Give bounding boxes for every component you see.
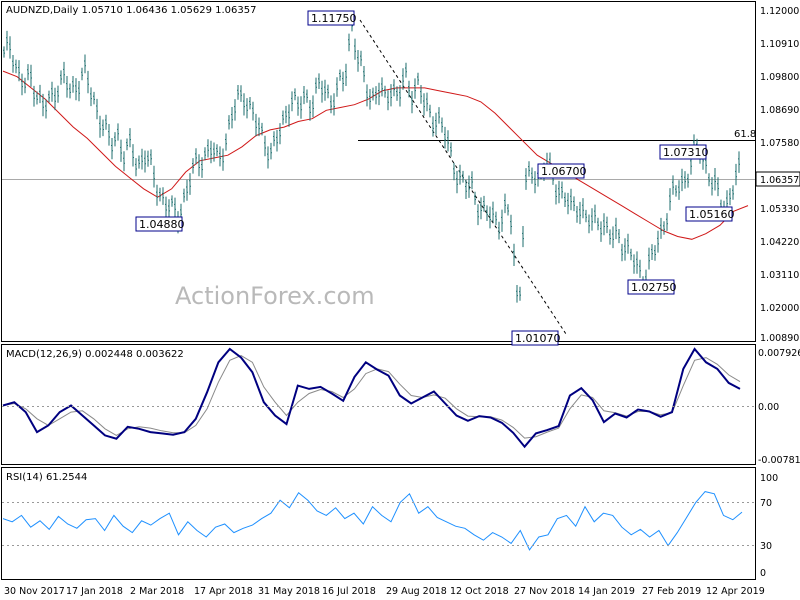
rsi-tick: 70 <box>760 498 772 509</box>
macd-tick: 0.00 <box>758 402 779 413</box>
x-tick-label: 17 Jan 2018 <box>66 586 123 597</box>
price-tick: 1.04220 <box>760 237 799 248</box>
price-annotation-label: 1.06700 <box>541 165 587 178</box>
fib-61-8-label: 61.8 <box>734 129 756 140</box>
price-annotation-label: 1.07310 <box>663 146 709 159</box>
rsi-label: RSI(14) 61.2544 <box>6 472 87 483</box>
x-tick-label: 29 Aug 2018 <box>386 586 447 597</box>
price-annotation-label: 1.05160 <box>689 208 735 221</box>
rsi-tick: 30 <box>760 541 772 552</box>
price-tick: 1.00890 <box>760 333 799 344</box>
price-tick: 1.05330 <box>760 204 799 215</box>
actionforex-watermark: ActionForex.com <box>175 282 375 310</box>
x-tick-label: 27 Feb 2019 <box>642 586 701 597</box>
macd-label: MACD(12,26,9) 0.002448 0.003622 <box>6 349 184 360</box>
x-tick-label: 2 Mar 2018 <box>130 586 184 597</box>
x-tick-label: 17 Apr 2018 <box>194 586 253 597</box>
price-annotation: 1.04880 <box>135 216 185 232</box>
price-tick: 1.03110 <box>760 270 799 281</box>
x-tick-label: 12 Apr 2019 <box>706 586 765 597</box>
price-annotation-label: 1.01070 <box>515 332 561 345</box>
price-tick: 1.12000 <box>760 6 799 17</box>
symbol-header: AUDNZD,Daily 1.05710 1.06436 1.05629 1.0… <box>6 5 257 16</box>
x-tick-label: 27 Nov 2018 <box>514 586 575 597</box>
price-tick: 1.09800 <box>760 72 799 83</box>
price-annotation: 1.01070 <box>511 330 561 346</box>
price-annotation-label: 1.04880 <box>139 218 185 231</box>
current-price-value: 1.06357 <box>760 175 799 186</box>
x-tick-label: 30 Nov 2017 <box>4 586 65 597</box>
price-tick: 1.07580 <box>760 138 799 149</box>
rsi-tick: 0 <box>760 568 766 579</box>
x-tick-label: 12 Oct 2018 <box>450 586 509 597</box>
rsi-tick: 100 <box>760 473 778 484</box>
price-annotation: 1.05160 <box>685 206 735 222</box>
price-tick: 1.02000 <box>760 303 799 314</box>
x-tick-label: 31 May 2018 <box>258 586 320 597</box>
price-annotation: 1.06700 <box>537 163 587 179</box>
price-annotation: 1.11750 <box>307 10 357 26</box>
price-tick: 1.10910 <box>760 39 799 50</box>
chart-canvas: AUDNZD,Daily 1.05710 1.06436 1.05629 1.0… <box>0 0 800 600</box>
price-annotation: 1.07310 <box>659 144 709 160</box>
macd-tick: 0.007926 <box>758 348 800 359</box>
macd-tick: -0.007816 <box>758 455 800 466</box>
x-tick-label: 16 Jul 2018 <box>322 586 376 597</box>
price-annotation: 1.02750 <box>627 279 677 295</box>
price-annotation-label: 1.11750 <box>311 12 357 25</box>
x-tick-label: 14 Jan 2019 <box>578 586 635 597</box>
price-annotation-label: 1.02750 <box>631 281 677 294</box>
price-tick: 1.08690 <box>760 105 799 116</box>
